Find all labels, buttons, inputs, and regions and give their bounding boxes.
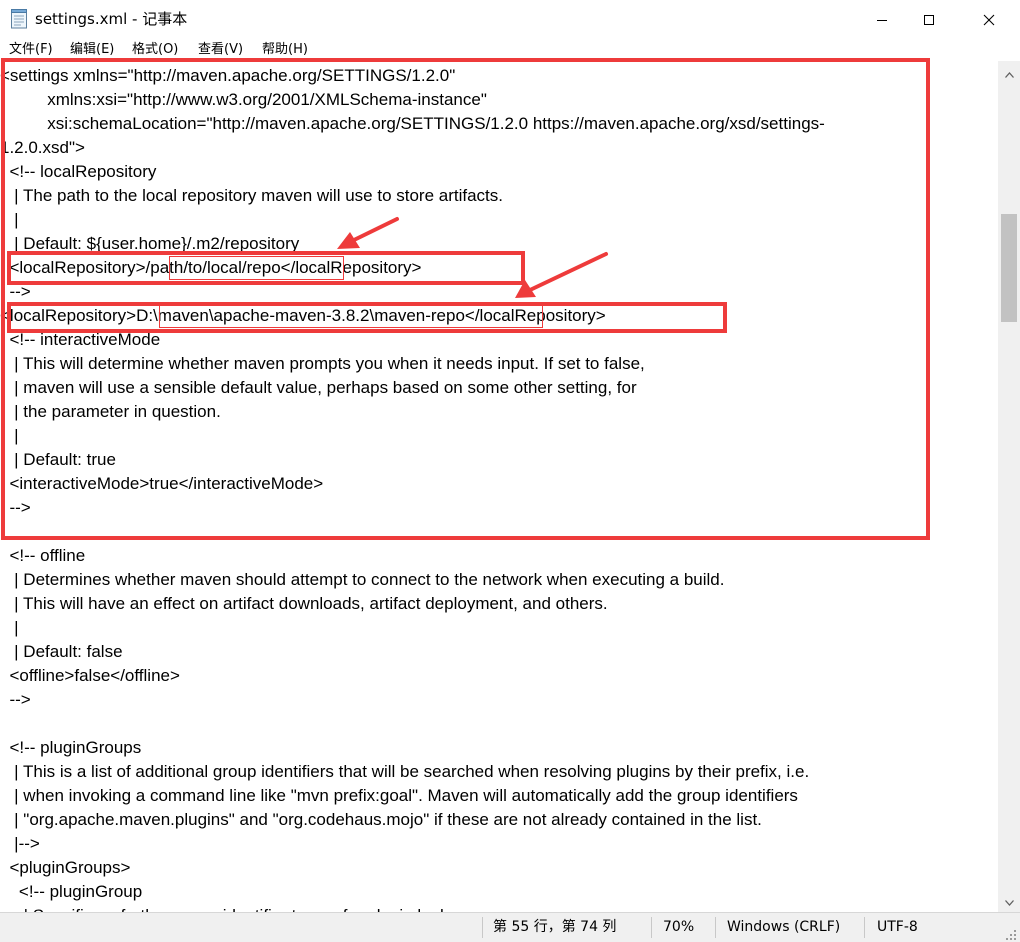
scroll-up-button[interactable] (998, 64, 1020, 81)
code-line: | This will have an effect on artifact d… (0, 594, 608, 613)
code-line: <pluginGroups> (0, 858, 131, 877)
code-line: | Default: false (0, 642, 123, 661)
code-line: <!-- pluginGroup (0, 882, 143, 901)
code-line: --> (0, 690, 31, 709)
scroll-down-button[interactable] (998, 892, 1020, 909)
status-cursor-position: 第 55 行，第 74 列 (493, 919, 617, 935)
close-button[interactable] (966, 0, 1012, 39)
code-line: | "org.apache.maven.plugins" and "org.co… (0, 810, 762, 829)
code-line: | when invoking a command line like "mvn… (0, 786, 798, 805)
status-divider (651, 917, 652, 938)
annotation-box-main (1, 58, 930, 540)
status-encoding: UTF-8 (877, 919, 918, 935)
code-line: <!-- pluginGroups (0, 738, 142, 757)
annotation-highlight-custom-path (159, 305, 543, 328)
status-divider (482, 917, 483, 938)
menu-file[interactable]: 文件(F) (9, 42, 53, 58)
code-line: <offline>false</offline> (0, 666, 180, 685)
status-divider (715, 917, 716, 938)
title-bar[interactable]: settings.xml - 记事本 (0, 0, 1020, 39)
code-line: | (0, 618, 19, 637)
code-line: <!-- offline (0, 546, 86, 565)
scroll-thumb[interactable] (1001, 214, 1017, 322)
menu-format[interactable]: 格式(O) (132, 42, 178, 58)
code-line: | This is a list of additional group ide… (0, 762, 810, 781)
maximize-button[interactable] (906, 0, 952, 39)
maximize-icon (923, 14, 935, 26)
code-line: |--> (0, 834, 40, 853)
code-line: | Determines whether maven should attemp… (0, 570, 725, 589)
menu-help[interactable]: 帮助(H) (262, 42, 308, 58)
minimize-icon (876, 14, 888, 26)
menu-view[interactable]: 查看(V) (198, 42, 243, 58)
status-bar: 第 55 行，第 74 列 70% Windows (CRLF) UTF-8 (0, 912, 1020, 942)
chevron-down-icon (1004, 891, 1014, 910)
code-line: | Specifies a further group identifier t… (0, 904, 473, 912)
minimize-button[interactable] (859, 0, 905, 39)
resize-grip-icon[interactable] (1004, 927, 1018, 941)
status-zoom: 70% (663, 919, 695, 935)
window-title: settings.xml - 记事本 (35, 10, 188, 28)
status-divider (864, 917, 865, 938)
annotation-highlight-default-path (169, 256, 344, 280)
menu-edit[interactable]: 编辑(E) (70, 42, 114, 58)
notepad-icon (10, 9, 28, 29)
status-line-ending: Windows (CRLF) (727, 919, 841, 935)
vertical-scrollbar[interactable] (998, 61, 1020, 912)
close-icon (983, 14, 995, 26)
chevron-up-icon (1004, 63, 1014, 82)
